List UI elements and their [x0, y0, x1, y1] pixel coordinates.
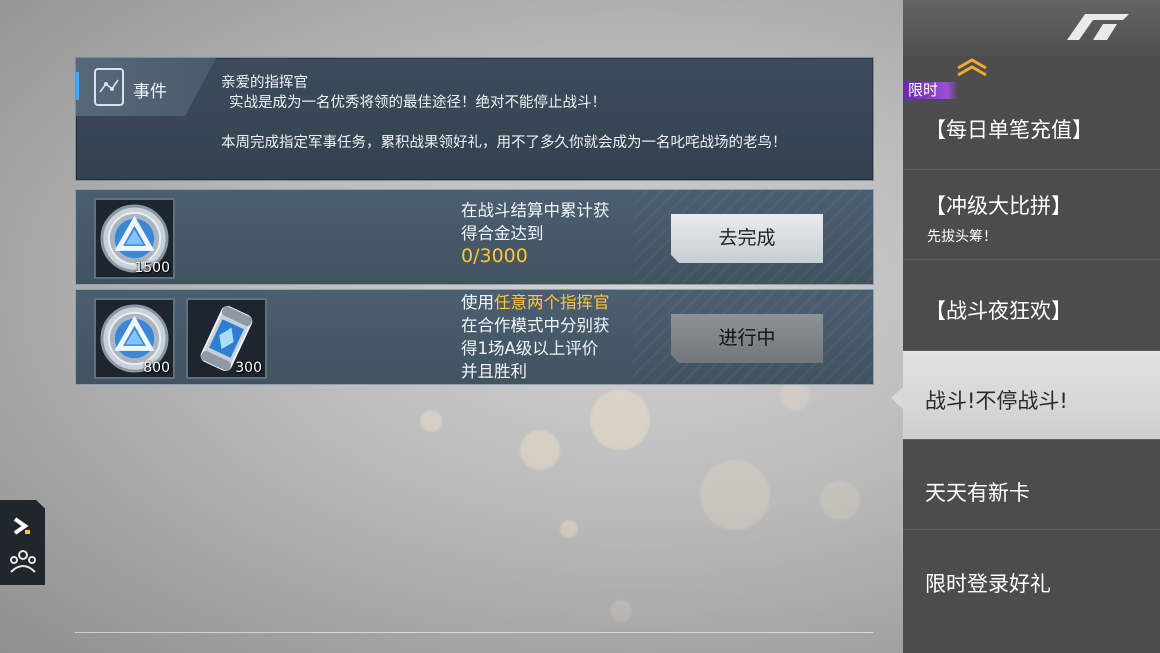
bokeh-light [420, 410, 442, 432]
event-tag-accent [76, 72, 79, 100]
task-desc-line: 在战斗结算中累计获 [461, 201, 610, 220]
task-description: 在战斗结算中累计获 得合金达到 0/3000 [461, 199, 610, 268]
event-greeting: 亲爱的指挥官 [221, 75, 308, 91]
task-row: 1500 在战斗结算中累计获 得合金达到 0/3000 去完成 [75, 189, 874, 285]
task-description: 使用任意两个指挥官 在合作模式中分别获 得1场A级以上评价 并且胜利 [461, 291, 610, 383]
bottom-divider [75, 632, 873, 633]
game-logo-icon [1067, 14, 1129, 40]
menu-item-login-gift[interactable]: 限时登录好礼 [903, 530, 1160, 630]
reward-count: 300 [235, 360, 262, 376]
menu-item-daily-new-card[interactable]: 天天有新卡 [903, 440, 1160, 530]
menu-item-label: 【每日单笔充值】 [925, 118, 1093, 142]
bokeh-light [560, 520, 578, 538]
task-desc-line: 在合作模式中分别获 [461, 316, 610, 335]
event-description-box: 事件 亲爱的指挥官 实战是成为一名优秀将领的最佳途径！绝对不能停止战斗！ 本周完… [75, 57, 874, 181]
task-row: 800 300 使用任意两个指挥官 在合作模式中分别获 得1场A级以上评价 并且… [75, 289, 874, 385]
menu-item-label: 战斗!不停战斗! [925, 389, 1068, 413]
menu-header [903, 0, 1160, 57]
task-desc-line: 并且胜利 [461, 362, 527, 381]
menu-item-label: 天天有新卡 [925, 481, 1030, 505]
menu-item-label: 限时登录好礼 [925, 572, 1051, 596]
event-menu: 【每日单笔充值】 限时 【冲级大比拼】 先拔头筹！ 【战斗夜狂欢】 战斗!不停战… [891, 0, 1160, 653]
menu-item-label: 【冲级大比拼】 [925, 194, 1072, 218]
team-icon[interactable] [8, 548, 38, 574]
reward-count: 800 [143, 360, 170, 376]
bokeh-light [590, 390, 650, 450]
menu-item-sub: 先拔头筹！ [927, 229, 997, 245]
bokeh-light [820, 480, 860, 520]
task-progress: 0/3000 [461, 245, 528, 267]
limited-badge: 限时 [904, 82, 958, 99]
selection-pointer [891, 387, 903, 409]
task-desc-prefix: 使用 [461, 293, 494, 312]
chevron-up-icon[interactable] [955, 56, 989, 78]
task-desc-highlight: 任意两个指挥官 [494, 293, 610, 312]
go-complete-button[interactable]: 去完成 [671, 214, 823, 263]
menu-item-battle-carnival[interactable]: 【战斗夜狂欢】 [903, 260, 1160, 351]
in-progress-button[interactable]: 进行中 [671, 314, 823, 363]
event-tag-label: 事件 [133, 82, 167, 102]
task-desc-line: 使用任意两个指挥官 [461, 291, 610, 314]
menu-item-fight-nonstop[interactable]: 战斗!不停战斗! [891, 351, 1160, 440]
task-desc-line: 得合金达到 [461, 224, 544, 243]
reward-slot[interactable]: 300 [186, 298, 267, 379]
reward-slot[interactable]: 1500 [94, 198, 175, 279]
menu-item-level-race[interactable]: 【冲级大比拼】 先拔头筹！ [903, 170, 1160, 260]
reward-count: 1500 [134, 260, 170, 276]
play-arrow-icon[interactable] [12, 516, 32, 536]
event-text: 亲爱的指挥官 实战是成为一名优秀将领的最佳途径！绝对不能停止战斗！ 本周完成指定… [221, 73, 851, 153]
bokeh-light [610, 600, 632, 622]
bokeh-light [700, 460, 770, 530]
reward-slot[interactable]: 800 [94, 298, 175, 379]
event-line-2: 本周完成指定军事任务，累积战果领好礼，用不了多久你就会成为一名叱咤战场的老鸟！ [221, 135, 787, 151]
bokeh-light [520, 430, 560, 470]
menu-item-label: 【战斗夜狂欢】 [925, 299, 1072, 323]
side-widget[interactable] [0, 500, 45, 585]
task-desc-line: 得1场A级以上评价 [461, 339, 599, 358]
event-phone-icon [94, 68, 124, 106]
event-line-1: 实战是成为一名优秀将领的最佳途径！绝对不能停止战斗！ [229, 95, 606, 111]
